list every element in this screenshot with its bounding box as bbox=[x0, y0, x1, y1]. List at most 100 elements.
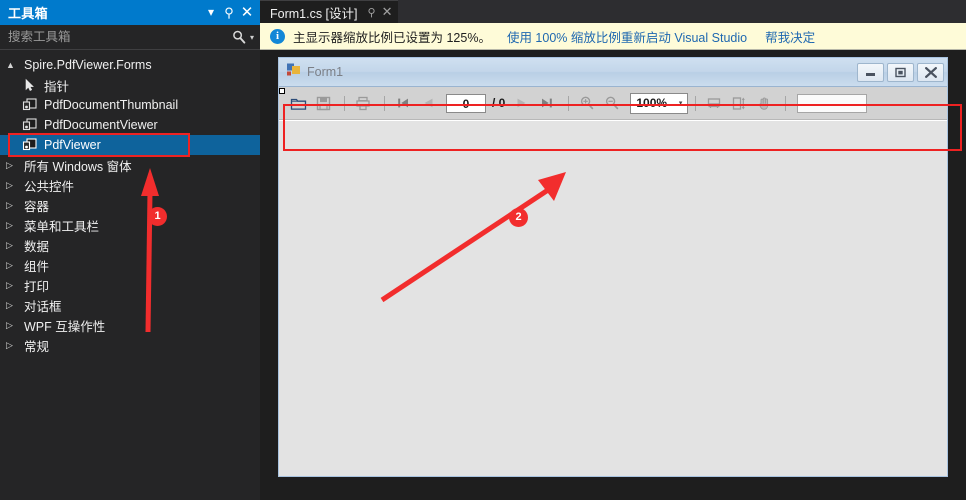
search-options-caret-icon[interactable]: ▾ bbox=[250, 33, 254, 42]
form-title: Form1 bbox=[307, 65, 854, 79]
zoom-out-icon[interactable] bbox=[601, 92, 623, 114]
info-bar: i 主显示器缩放比例已设置为 125%。 使用 100% 缩放比例重新启动 Vi… bbox=[260, 23, 966, 50]
toolbox-group-label: 数据 bbox=[20, 236, 49, 255]
toolbox-group-containers[interactable]: ▷ 容器 bbox=[0, 195, 260, 215]
design-surface[interactable]: Form1 bbox=[260, 50, 966, 500]
first-page-icon[interactable] bbox=[392, 92, 414, 114]
toolbox-group-label: 常规 bbox=[20, 336, 49, 355]
twisty-collapsed-icon[interactable]: ▷ bbox=[6, 335, 20, 355]
pin-icon[interactable]: ⚲ bbox=[220, 0, 238, 25]
toolbar-separator bbox=[568, 96, 569, 111]
visual-studio-window: 工具箱 ▾ ⚲ ✕ ▾ ▲ Spire.PdfViewer.Forms bbox=[0, 0, 966, 500]
twisty-collapsed-icon[interactable]: ▷ bbox=[6, 195, 20, 215]
toolbox-item-label: PdfViewer bbox=[40, 138, 101, 152]
form-title-bar[interactable]: Form1 bbox=[279, 58, 947, 87]
twisty-collapsed-icon[interactable]: ▷ bbox=[6, 235, 20, 255]
zoom-level-value: 100% bbox=[631, 96, 678, 110]
tab-form1-cs-design[interactable]: Form1.cs [设计] ⚲ ✕ bbox=[260, 0, 398, 23]
twisty-expanded-icon[interactable]: ▲ bbox=[6, 55, 20, 75]
toolbox-item-pdfdocumentviewer[interactable]: PdfDocumentViewer bbox=[0, 115, 260, 135]
toolbar-separator bbox=[344, 96, 345, 111]
chevron-down-icon[interactable]: ▾ bbox=[202, 0, 220, 25]
toolbox-group-spire-pdfviewer-forms[interactable]: ▲ Spire.PdfViewer.Forms bbox=[0, 55, 260, 75]
close-icon[interactable]: ✕ bbox=[382, 4, 393, 20]
search-icon[interactable] bbox=[231, 29, 247, 45]
pdfviewer-content-area[interactable] bbox=[279, 120, 947, 476]
toolbox-group-all-windows-forms[interactable]: ▷ 所有 Windows 窗体 bbox=[0, 155, 260, 175]
twisty-collapsed-icon[interactable]: ▷ bbox=[6, 315, 20, 335]
toolbox-item-label: 指针 bbox=[40, 76, 69, 95]
toolbox-group-label: 菜单和工具栏 bbox=[20, 216, 99, 235]
pdfviewer-toolbar[interactable]: 0 / 0 bbox=[279, 87, 947, 120]
toolbox-group-menus-and-toolbars[interactable]: ▷ 菜单和工具栏 bbox=[0, 215, 260, 235]
save-icon[interactable] bbox=[312, 92, 334, 114]
toolbox-group-label: Spire.PdfViewer.Forms bbox=[20, 58, 152, 72]
search-input[interactable] bbox=[8, 30, 231, 44]
twisty-collapsed-icon[interactable]: ▷ bbox=[6, 295, 20, 315]
toolbox-group-general[interactable]: ▷ 常规 bbox=[0, 335, 260, 355]
next-page-icon[interactable] bbox=[511, 92, 533, 114]
minimize-icon[interactable] bbox=[857, 63, 884, 82]
toolbox-group-label: 公共控件 bbox=[20, 176, 74, 195]
zoom-in-icon[interactable] bbox=[576, 92, 598, 114]
control-icon bbox=[20, 98, 40, 112]
toolbox-group-printing[interactable]: ▷ 打印 bbox=[0, 275, 260, 295]
info-bar-message: 主显示器缩放比例已设置为 125%。 bbox=[293, 27, 491, 46]
toolbar-separator bbox=[785, 96, 786, 111]
tab-strip: Form1.cs [设计] ⚲ ✕ bbox=[260, 0, 966, 23]
previous-page-icon[interactable] bbox=[417, 92, 439, 114]
twisty-collapsed-icon[interactable]: ▷ bbox=[6, 255, 20, 275]
toolbox-group-data[interactable]: ▷ 数据 bbox=[0, 235, 260, 255]
toolbox-search-bar: ▾ bbox=[0, 25, 260, 50]
toolbox-group-dialogs[interactable]: ▷ 对话框 bbox=[0, 295, 260, 315]
fit-page-icon[interactable] bbox=[728, 92, 750, 114]
twisty-collapsed-icon[interactable]: ▷ bbox=[6, 275, 20, 295]
toolbox-item-label: PdfDocumentThumbnail bbox=[40, 98, 178, 112]
print-icon[interactable] bbox=[352, 92, 374, 114]
toolbox-group-label: WPF 互操作性 bbox=[20, 316, 105, 335]
page-total-label: / 0 bbox=[492, 96, 505, 110]
zoom-level-dropdown[interactable]: 100% ▾ bbox=[630, 93, 688, 114]
toolbox-title: 工具箱 bbox=[8, 3, 202, 22]
toolbox-group-components[interactable]: ▷ 组件 bbox=[0, 255, 260, 275]
editor-area: Form1.cs [设计] ⚲ ✕ i 主显示器缩放比例已设置为 125%。 使… bbox=[260, 0, 966, 500]
open-folder-icon[interactable] bbox=[287, 92, 309, 114]
toolbox-item-pdfdocumentthumbnail[interactable]: PdfDocumentThumbnail bbox=[0, 95, 260, 115]
twisty-collapsed-icon[interactable]: ▷ bbox=[6, 175, 20, 195]
form1-design-window[interactable]: Form1 bbox=[278, 57, 948, 477]
toolbox-group-label: 组件 bbox=[20, 256, 49, 275]
maximize-icon[interactable] bbox=[887, 63, 914, 82]
restart-at-100-percent-link[interactable]: 使用 100% 缩放比例重新启动 Visual Studio bbox=[507, 27, 747, 46]
toolbar-separator bbox=[384, 96, 385, 111]
info-icon: i bbox=[270, 29, 285, 44]
control-icon bbox=[20, 138, 40, 152]
toolbox-item-pdfviewer[interactable]: PdfViewer bbox=[0, 135, 260, 155]
toolbox-group-wpf-interoperability[interactable]: ▷ WPF 互操作性 bbox=[0, 315, 260, 335]
toolbox-group-label: 对话框 bbox=[20, 296, 62, 315]
toolbox-group-label: 容器 bbox=[20, 196, 49, 215]
toolbox-header: 工具箱 ▾ ⚲ ✕ bbox=[0, 0, 260, 25]
toolbox-group-label: 所有 Windows 窗体 bbox=[20, 156, 132, 175]
toolbar-separator bbox=[695, 96, 696, 111]
last-page-icon[interactable] bbox=[536, 92, 558, 114]
fit-width-icon[interactable] bbox=[703, 92, 725, 114]
close-icon[interactable] bbox=[917, 63, 944, 82]
pointer-icon bbox=[20, 78, 40, 92]
pin-icon[interactable]: ⚲ bbox=[368, 6, 376, 19]
close-icon[interactable]: ✕ bbox=[238, 0, 256, 25]
hand-tool-icon[interactable] bbox=[753, 92, 775, 114]
help-me-decide-link[interactable]: 帮我决定 bbox=[765, 27, 815, 46]
chevron-down-icon[interactable]: ▾ bbox=[679, 99, 688, 107]
pdf-search-input[interactable] bbox=[797, 94, 867, 113]
toolbox-group-label: 打印 bbox=[20, 276, 49, 295]
page-number-input[interactable]: 0 bbox=[446, 94, 486, 113]
selection-handle[interactable] bbox=[279, 88, 285, 94]
toolbox-panel: 工具箱 ▾ ⚲ ✕ ▾ ▲ Spire.PdfViewer.Forms bbox=[0, 0, 260, 500]
toolbox-item-pointer[interactable]: 指针 bbox=[0, 75, 260, 95]
toolbox-tree: ▲ Spire.PdfViewer.Forms 指针 bbox=[0, 50, 260, 355]
toolbox-item-label: PdfDocumentViewer bbox=[40, 118, 158, 132]
twisty-collapsed-icon[interactable]: ▷ bbox=[6, 155, 20, 175]
twisty-collapsed-icon[interactable]: ▷ bbox=[6, 215, 20, 235]
toolbox-group-common-controls[interactable]: ▷ 公共控件 bbox=[0, 175, 260, 195]
winform-icon bbox=[286, 62, 307, 82]
